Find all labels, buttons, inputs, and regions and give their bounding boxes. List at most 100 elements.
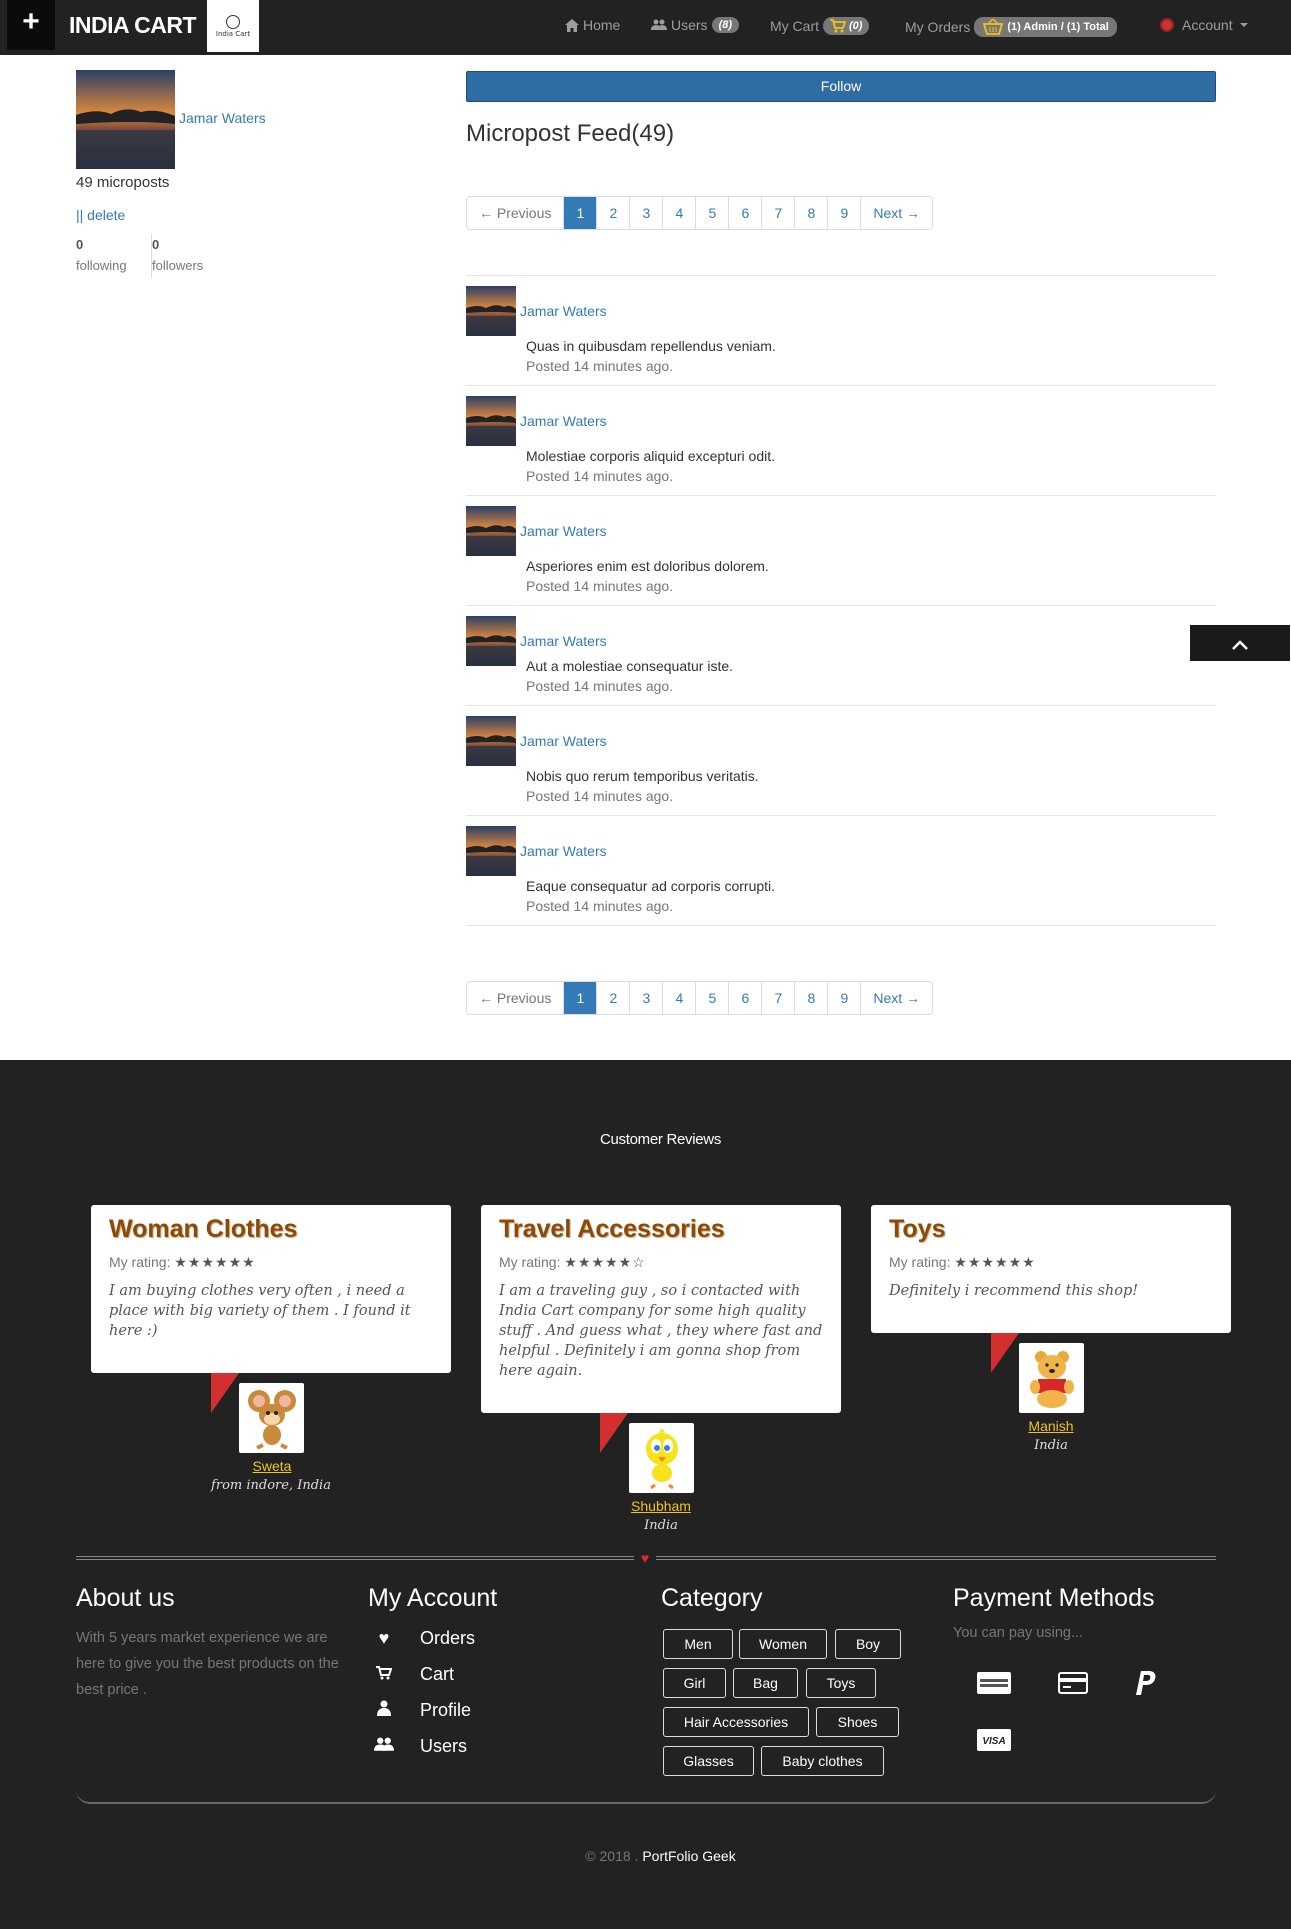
plus-icon[interactable]: +: [7, 0, 55, 50]
bear-cartoon-icon: [1019, 1343, 1084, 1413]
copyright-link[interactable]: PortFolio Geek: [642, 1848, 735, 1864]
page-9-button[interactable]: 9: [827, 197, 860, 229]
previous-page-button[interactable]: ← Previous: [467, 982, 563, 1014]
post-timestamp: Posted 14 minutes ago.: [526, 468, 674, 484]
category-boy-button[interactable]: Boy: [835, 1629, 901, 1659]
category-shoes-button[interactable]: Shoes: [816, 1707, 899, 1737]
review-card: Woman Clothes My rating: ★★★★★★ I am buy…: [91, 1205, 451, 1373]
post-avatar[interactable]: [466, 716, 516, 766]
post-author-link[interactable]: Jamar Waters: [520, 733, 607, 749]
customer-reviews-title: Customer Reviews: [599, 1131, 722, 1148]
post-author-link[interactable]: Jamar Waters: [520, 633, 607, 649]
post-avatar[interactable]: [466, 826, 516, 876]
nav-home-link[interactable]: Home: [565, 17, 620, 33]
cart-icon: [372, 1664, 396, 1685]
post-author-link[interactable]: Jamar Waters: [520, 523, 607, 539]
nav-account-label: Account: [1182, 17, 1233, 33]
review-title: Travel Accessories: [499, 1215, 725, 1243]
page-3-button[interactable]: 3: [629, 197, 662, 229]
payment-methods-text: You can pay using...: [953, 1625, 1084, 1641]
page-1-button[interactable]: 1: [563, 982, 597, 1014]
category-girl-button[interactable]: Girl: [663, 1668, 726, 1698]
post-timestamp: Posted 14 minutes ago.: [526, 358, 674, 374]
page-3-button[interactable]: 3: [629, 982, 662, 1014]
page-8-button[interactable]: 8: [794, 197, 827, 229]
reviewer-name-link[interactable]: Manish: [971, 1418, 1131, 1434]
reviewer-name-link[interactable]: Sweta: [192, 1458, 352, 1474]
category-women-button[interactable]: Women: [739, 1629, 827, 1659]
page-2-button[interactable]: 2: [596, 982, 629, 1014]
page-5-button[interactable]: 5: [695, 982, 728, 1014]
page-5-button[interactable]: 5: [695, 197, 728, 229]
post-avatar[interactable]: [466, 506, 516, 556]
account-cart-link[interactable]: Cart: [372, 1664, 454, 1685]
page-6-button[interactable]: 6: [728, 197, 761, 229]
account-users-link[interactable]: Users: [372, 1736, 467, 1757]
followers-label: followers: [152, 258, 204, 273]
follow-button[interactable]: Follow: [466, 71, 1216, 102]
page-2-button[interactable]: 2: [596, 197, 629, 229]
brand-logo[interactable]: India Cart: [207, 0, 259, 52]
bird-cartoon-icon: [629, 1423, 694, 1493]
page-7-button[interactable]: 7: [761, 982, 794, 1014]
category-men-button[interactable]: Men: [663, 1629, 733, 1659]
followers-stat[interactable]: 0 followers: [152, 237, 203, 273]
post-avatar[interactable]: [466, 616, 516, 666]
post-avatar[interactable]: [466, 286, 516, 336]
category-baby-clothes-button[interactable]: Baby clothes: [761, 1746, 884, 1776]
nav-cart-link[interactable]: My Cart (0): [770, 17, 870, 35]
my-account-title: My Account: [368, 1584, 498, 1612]
nav-home-label: Home: [583, 17, 621, 33]
review-rating: My rating: ★★★★★★: [889, 1254, 1213, 1271]
page-8-button[interactable]: 8: [794, 982, 827, 1014]
post-author-link[interactable]: Jamar Waters: [520, 413, 607, 429]
page-4-button[interactable]: 4: [662, 197, 695, 229]
micropost-item: Jamar Waters Nobis quo rerum temporibus v…: [466, 706, 1216, 816]
following-stat[interactable]: 0 following: [76, 237, 127, 273]
nav-users-link[interactable]: Users (8): [651, 17, 740, 33]
reviewer-location: India: [1034, 1438, 1068, 1453]
nav-orders-link[interactable]: My Orders (1) Admin / (1) Total: [905, 17, 1117, 37]
nav-account-dropdown[interactable]: Account: [1160, 17, 1248, 33]
orders-badge: (1) Admin / (1) Total: [974, 17, 1117, 37]
footer-bottom-divider: [76, 1790, 1216, 1804]
star-icon: ★★★★★★: [174, 1254, 256, 1270]
following-label: following: [76, 258, 127, 273]
mouse-cartoon-icon: [239, 1383, 304, 1453]
page-1-button[interactable]: 1: [563, 197, 597, 229]
top-navbar: + INDIA CART India Cart Home Users (8) M…: [0, 0, 1291, 55]
amex-icon: [977, 1672, 1011, 1700]
review-pointer: [991, 1333, 1019, 1373]
page-9-button[interactable]: 9: [827, 982, 860, 1014]
users-icon: [651, 19, 667, 30]
page-7-button[interactable]: 7: [761, 197, 794, 229]
previous-page-button[interactable]: ← Previous: [467, 197, 563, 229]
scroll-to-top-button[interactable]: [1190, 625, 1290, 661]
category-toys-button[interactable]: Toys: [806, 1668, 876, 1698]
profile-avatar[interactable]: [76, 70, 175, 169]
brand-name[interactable]: INDIA CART: [69, 12, 197, 39]
heart-icon: ♥: [378, 1628, 390, 1648]
post-author-link[interactable]: Jamar Waters: [520, 843, 607, 859]
post-avatar[interactable]: [466, 396, 516, 446]
account-profile-link[interactable]: Profile: [372, 1700, 471, 1721]
page-6-button[interactable]: 6: [728, 982, 761, 1014]
reviewer-name-link[interactable]: Shubham: [581, 1498, 741, 1514]
chevron-down-icon: [1239, 23, 1248, 27]
next-page-button[interactable]: Next →: [860, 197, 932, 229]
category-hair-accessories-button[interactable]: Hair Accessories: [663, 1707, 809, 1737]
profile-name-link[interactable]: Jamar Waters: [179, 110, 266, 126]
cart-icon: [830, 19, 846, 33]
page-4-button[interactable]: 4: [662, 982, 695, 1014]
followers-count: 0: [152, 237, 160, 252]
category-bag-button[interactable]: Bag: [733, 1668, 798, 1698]
review-pointer: [600, 1413, 628, 1453]
next-page-button[interactable]: Next →: [860, 982, 932, 1014]
account-orders-link[interactable]: ♥ Orders: [372, 1628, 475, 1649]
post-author-link[interactable]: Jamar Waters: [520, 303, 607, 319]
cart-count: (0): [849, 20, 863, 32]
about-us-text: With 5 years market experience we are he…: [76, 1630, 339, 1698]
category-glasses-button[interactable]: Glasses: [663, 1746, 754, 1776]
delete-link[interactable]: || delete: [76, 207, 125, 223]
nav-cart-label: My Cart: [770, 18, 819, 34]
